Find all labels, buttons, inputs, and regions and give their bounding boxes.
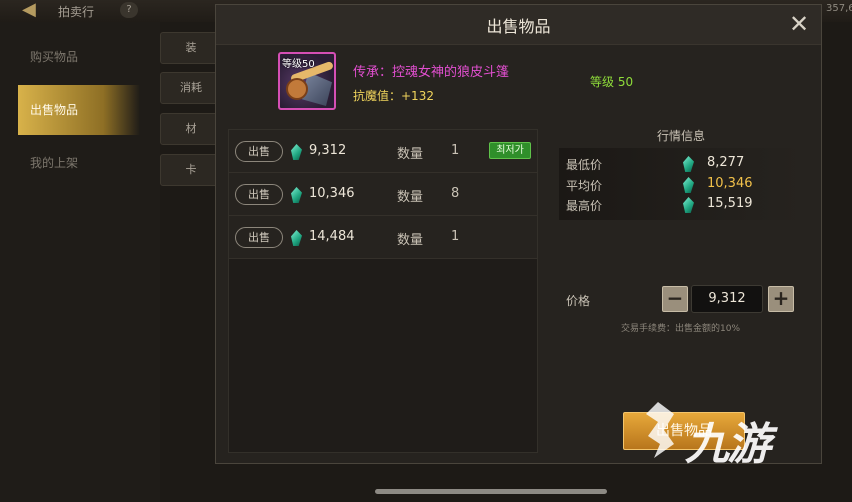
- gem-icon: [291, 144, 302, 160]
- min-price-label: 最低价: [566, 158, 603, 172]
- increase-price-button[interactable]: +: [768, 286, 794, 312]
- back-arrow-icon[interactable]: ◀: [22, 1, 48, 19]
- close-icon[interactable]: ✕: [786, 11, 812, 37]
- max-price-label: 最高价: [566, 199, 603, 213]
- dialog-header: 出售物品 ✕: [216, 5, 821, 45]
- gem-icon: [683, 197, 694, 213]
- tab-cards[interactable]: 卡: [160, 154, 222, 186]
- item-level-tag: 等级50: [282, 59, 315, 70]
- mask-art-icon: [286, 78, 308, 100]
- quantity-label: 数量: [397, 147, 424, 162]
- gem-icon: [291, 230, 302, 246]
- listing-row: 出售 14,484 数量 1: [229, 216, 537, 259]
- tab-consumables[interactable]: 消耗: [160, 72, 222, 104]
- listing-row: 出售 9,312 数量 1 최저가: [229, 130, 537, 173]
- watermark-logo-icon: [646, 402, 674, 458]
- quantity-value: 1: [451, 229, 460, 244]
- sell-tag: 出售: [235, 184, 283, 205]
- gem-icon: [291, 187, 302, 203]
- max-price-value: 15,519: [707, 196, 753, 211]
- tab-equipment[interactable]: 装: [160, 32, 222, 64]
- sell-dialog: 出售物品 ✕ 等级50 传承：控魂女神的狼皮斗篷 抗魔值：+132 等级 50 …: [215, 4, 822, 464]
- watermark-text: 九游: [685, 419, 771, 470]
- quantity-value: 1: [451, 143, 460, 158]
- listing-price: 10,346: [309, 186, 355, 201]
- quantity-label: 数量: [397, 190, 424, 205]
- market-info-title: 行情信息: [656, 129, 705, 143]
- item-stat: 抗魔值：+132: [353, 89, 434, 103]
- listing-price: 9,312: [309, 143, 347, 158]
- avg-price-label: 平均价: [566, 179, 603, 193]
- tab-materials[interactable]: 材: [160, 113, 222, 145]
- sidebar-item-buy[interactable]: 购买物品: [18, 32, 140, 82]
- market-info-box: 最低价 8,277 平均价 10,346 最高价 15,519: [559, 148, 802, 220]
- price-label: 价格: [566, 294, 591, 308]
- fee-note: 交易手续费：出售金额的10%: [621, 324, 741, 334]
- decrease-price-button[interactable]: −: [662, 286, 688, 312]
- item-icon[interactable]: 等级50: [278, 52, 336, 110]
- sidebar-item-sell[interactable]: 出售物品: [18, 85, 140, 135]
- min-price-value: 8,277: [707, 155, 745, 170]
- sell-tag: 出售: [235, 227, 283, 248]
- quantity-label: 数量: [397, 233, 424, 248]
- listing-price: 14,484: [309, 229, 355, 244]
- avg-price-value: 10,346: [707, 176, 753, 191]
- quantity-value: 8: [451, 186, 460, 201]
- gem-icon: [683, 156, 694, 172]
- gem-icon: [683, 177, 694, 193]
- listing-list: 出售 9,312 数量 1 최저가 出售 10,346 数量 8 出售 14,4…: [228, 129, 538, 453]
- item-grade: 等级 50: [590, 75, 634, 89]
- item-name: 传承：控魂女神的狼皮斗篷: [353, 65, 510, 80]
- sidebar: 购买物品 出售物品 我的上架: [0, 22, 160, 502]
- listing-row: 出售 10,346 数量 8: [229, 173, 537, 216]
- dialog-title: 出售物品: [486, 17, 551, 36]
- home-indicator[interactable]: [375, 489, 607, 494]
- page-title: 拍卖行: [58, 5, 95, 19]
- sell-tag: 出售: [235, 141, 283, 162]
- help-icon[interactable]: ?: [120, 2, 138, 18]
- lowest-price-badge: 최저가: [489, 142, 531, 159]
- price-input[interactable]: 9,312: [691, 285, 763, 313]
- sidebar-item-my-listings[interactable]: 我的上架: [18, 138, 140, 188]
- currency-amount: 357,6: [826, 3, 852, 14]
